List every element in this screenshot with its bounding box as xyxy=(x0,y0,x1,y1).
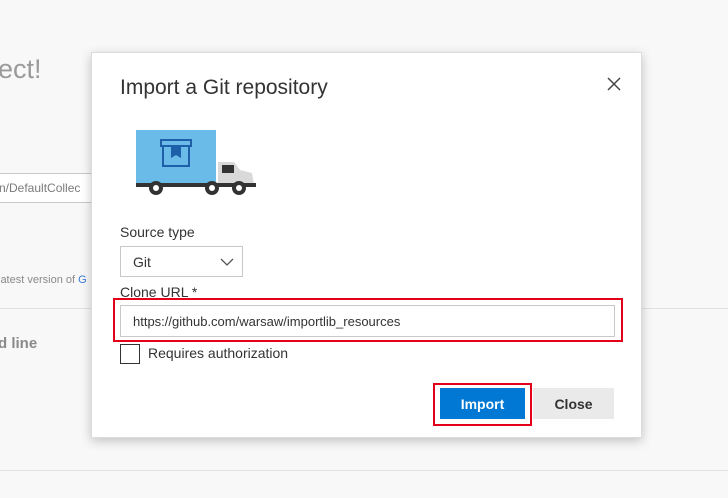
source-type-select[interactable]: Git xyxy=(120,246,243,277)
close-button[interactable]: Close xyxy=(533,388,614,419)
background-hint: latest version of G xyxy=(0,274,87,286)
source-type-label: Source type xyxy=(120,224,195,240)
chevron-down-icon xyxy=(220,258,234,266)
clone-url-input[interactable] xyxy=(120,305,615,337)
collection-url-field[interactable]: n/DefaultCollec xyxy=(0,173,104,203)
divider xyxy=(0,470,728,471)
background-hint-link[interactable]: G xyxy=(78,274,87,286)
background-hint-text: latest version of xyxy=(0,274,79,286)
background-heading: ect! xyxy=(0,54,42,84)
background-subheading: d line xyxy=(0,335,38,352)
requires-authorization-label[interactable]: Requires authorization xyxy=(148,345,288,361)
requires-authorization-checkbox[interactable] xyxy=(120,344,140,364)
import-button[interactable]: Import xyxy=(440,388,525,419)
truck-icon xyxy=(136,130,258,198)
dialog-title: Import a Git repository xyxy=(120,76,328,99)
close-icon[interactable] xyxy=(601,71,627,97)
source-type-value: Git xyxy=(133,254,151,270)
import-git-repository-dialog: Import a Git repository Source type Git … xyxy=(91,52,642,438)
